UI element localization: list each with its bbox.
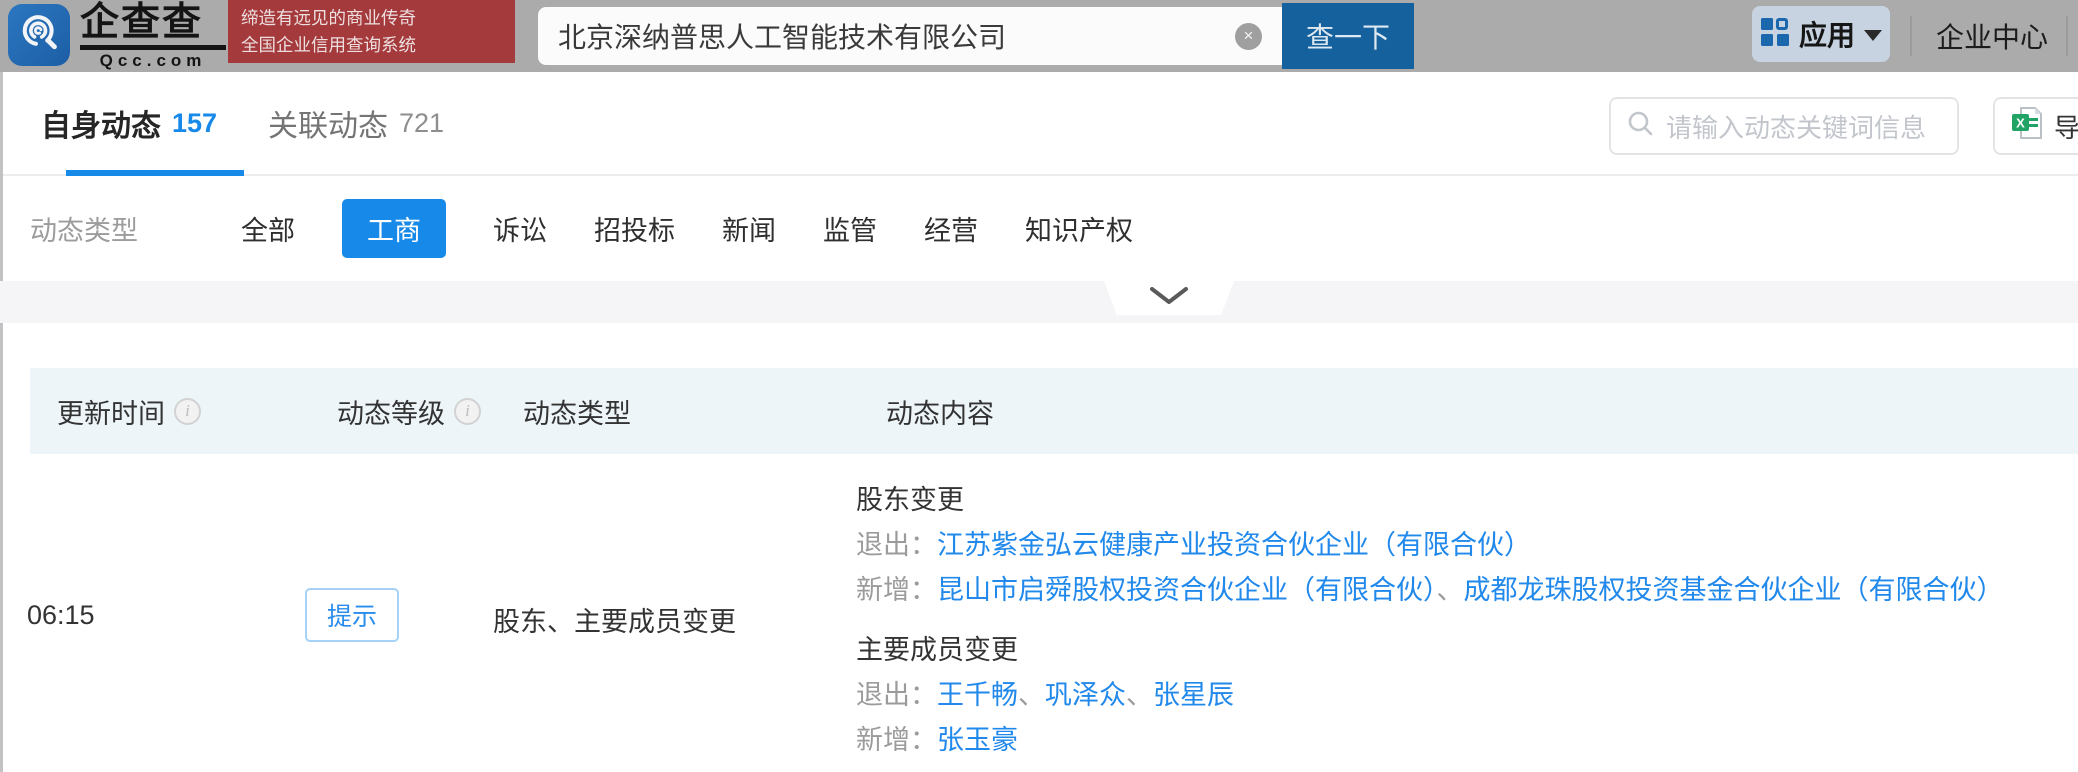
col-type: 动态类型	[523, 368, 631, 454]
topbar-divider-right	[2066, 16, 2068, 56]
apps-menu-button[interactable]: 应用	[1752, 6, 1890, 62]
enterprise-center-link[interactable]: 企业中心	[1926, 0, 2058, 72]
row-dynamic-type: 股东、主要成员变更	[493, 600, 736, 639]
col-level-label: 动态等级	[337, 392, 445, 431]
chevron-down-icon	[1148, 286, 1190, 311]
apps-grid-icon	[1760, 17, 1790, 52]
clear-search-icon[interactable]: ×	[1235, 23, 1262, 50]
exit-line: 退出：王千畅、巩泽众、张星辰	[856, 673, 2004, 718]
add-line: 新增：昆山市启舜股权投资合伙企业（有限合伙）、成都龙珠股权投资基金合伙企业（有限…	[856, 568, 2004, 613]
row-dynamic-content: 股东变更 退出：江苏紫金弘云健康产业投资合伙企业（有限合伙） 新增：昆山市启舜股…	[856, 478, 2004, 763]
filter-option-supervision[interactable]: 监管	[823, 209, 877, 248]
logo-text-block[interactable]: 企查查 Qcc.com	[80, 2, 226, 71]
slogan-banner: 缔造有远见的商业传奇 全国企业信用查询系统	[228, 0, 515, 63]
slogan-line-2: 全国企业信用查询系统	[241, 32, 502, 59]
filter-label: 动态类型	[30, 176, 138, 281]
person-link[interactable]: 巩泽众	[1045, 680, 1126, 710]
filter-option-ip[interactable]: 知识产权	[1025, 209, 1133, 248]
separator: 、	[1126, 680, 1153, 710]
col-level: 动态等级 i	[337, 368, 481, 454]
info-icon[interactable]: i	[174, 398, 201, 425]
qcc-logo-icon	[13, 7, 65, 64]
separator: 、	[1018, 680, 1045, 710]
row-update-time: 06:15	[27, 600, 95, 631]
change-group-shareholder: 股东变更 退出：江苏紫金弘云健康产业投资合伙企业（有限合伙） 新增：昆山市启舜股…	[856, 478, 2004, 613]
col-content: 动态内容	[886, 368, 994, 454]
keyword-search-input[interactable]: 请输入动态关键词信息	[1609, 97, 1959, 155]
tab-self-count: 157	[172, 108, 217, 139]
dynamics-tabs-bar: 自身动态 157 关联动态 721 请输入动态关键词信息	[3, 72, 2078, 176]
group-title: 股东变更	[856, 478, 2004, 523]
chevron-down-icon	[1864, 30, 1882, 41]
group-title: 主要成员变更	[856, 628, 2004, 673]
export-label: 导出	[2054, 108, 2078, 145]
company-search-input[interactable]: 北京深纳普思人工智能技术有限公司 ×	[538, 7, 1282, 65]
filter-option-lawsuit[interactable]: 诉讼	[493, 209, 547, 248]
add-label: 新增：	[856, 725, 937, 755]
add-line: 新增：张玉豪	[856, 718, 2004, 763]
svg-text:X: X	[2016, 115, 2025, 130]
table-header: 更新时间 i 动态等级 i 动态类型 动态内容	[30, 368, 2078, 454]
slogan-line-1: 缔造有远见的商业传奇	[241, 5, 502, 32]
filter-option-operation[interactable]: 经营	[924, 209, 978, 248]
person-link[interactable]: 张玉豪	[937, 725, 1018, 755]
tab-related-label: 关联动态	[268, 101, 388, 145]
exit-label: 退出：	[856, 680, 937, 710]
company-link[interactable]: 江苏紫金弘云健康产业投资合伙企业（有限合伙）	[937, 530, 1531, 560]
col-type-label: 动态类型	[523, 392, 631, 431]
page: 企查查 Qcc.com 缔造有远见的商业传奇 全国企业信用查询系统 北京深纳普思…	[0, 0, 2078, 772]
collapse-panel-button[interactable]	[1104, 281, 1234, 315]
tab-self-dynamics[interactable]: 自身动态 157	[36, 72, 222, 174]
tab-self-label: 自身动态	[41, 101, 161, 145]
filter-option-business-active[interactable]: 工商	[342, 199, 446, 258]
company-search-value[interactable]: 北京深纳普思人工智能技术有限公司	[558, 16, 1235, 56]
export-button[interactable]: X 导出	[1993, 97, 2078, 155]
filter-option-news[interactable]: 新闻	[722, 209, 776, 248]
person-link[interactable]: 张星辰	[1153, 680, 1234, 710]
keyword-search-placeholder: 请输入动态关键词信息	[1666, 108, 1926, 145]
apps-label: 应用	[1799, 14, 1855, 54]
tab-related-count: 721	[399, 108, 444, 139]
logo-subtitle: Qcc.com	[80, 51, 226, 71]
dynamic-type-filter-row: 动态类型 全部 工商 诉讼 招投标 新闻 监管 经营 知识产权	[3, 176, 2078, 281]
topbar-divider	[1910, 16, 1912, 56]
col-update-time-label: 更新时间	[57, 392, 165, 431]
person-link[interactable]: 王千畅	[937, 680, 1018, 710]
search-icon	[1627, 110, 1654, 142]
filter-options: 全部 工商 诉讼 招投标 新闻 监管 经营 知识产权	[241, 176, 1133, 281]
exit-label: 退出：	[856, 530, 937, 560]
company-link[interactable]: 昆山市启舜股权投资合伙企业（有限合伙）	[937, 575, 1437, 605]
col-update-time: 更新时间 i	[57, 368, 201, 454]
filter-option-bidding[interactable]: 招投标	[594, 209, 675, 248]
company-link[interactable]: 成都龙珠股权投资基金合伙企业（有限合伙）	[1464, 575, 2004, 605]
tab-related-dynamics[interactable]: 关联动态 721	[268, 72, 444, 174]
exit-line: 退出：江苏紫金弘云健康产业投资合伙企业（有限合伙）	[856, 523, 2004, 568]
change-group-members: 主要成员变更 退出：王千畅、巩泽众、张星辰 新增：张玉豪	[856, 628, 2004, 763]
level-badge: 提示	[305, 588, 399, 642]
qcc-logo[interactable]	[8, 4, 70, 66]
info-icon[interactable]: i	[454, 398, 481, 425]
separator: 、	[1437, 575, 1464, 605]
excel-icon: X	[2011, 106, 2043, 147]
collapse-strip	[0, 281, 2078, 323]
filter-option-all[interactable]: 全部	[241, 209, 295, 248]
add-label: 新增：	[856, 575, 937, 605]
search-submit-button[interactable]: 查一下	[1282, 3, 1414, 69]
col-content-label: 动态内容	[886, 392, 994, 431]
top-bar: 企查查 Qcc.com 缔造有远见的商业传奇 全国企业信用查询系统 北京深纳普思…	[0, 0, 2078, 72]
logo-title: 企查查	[80, 2, 226, 50]
